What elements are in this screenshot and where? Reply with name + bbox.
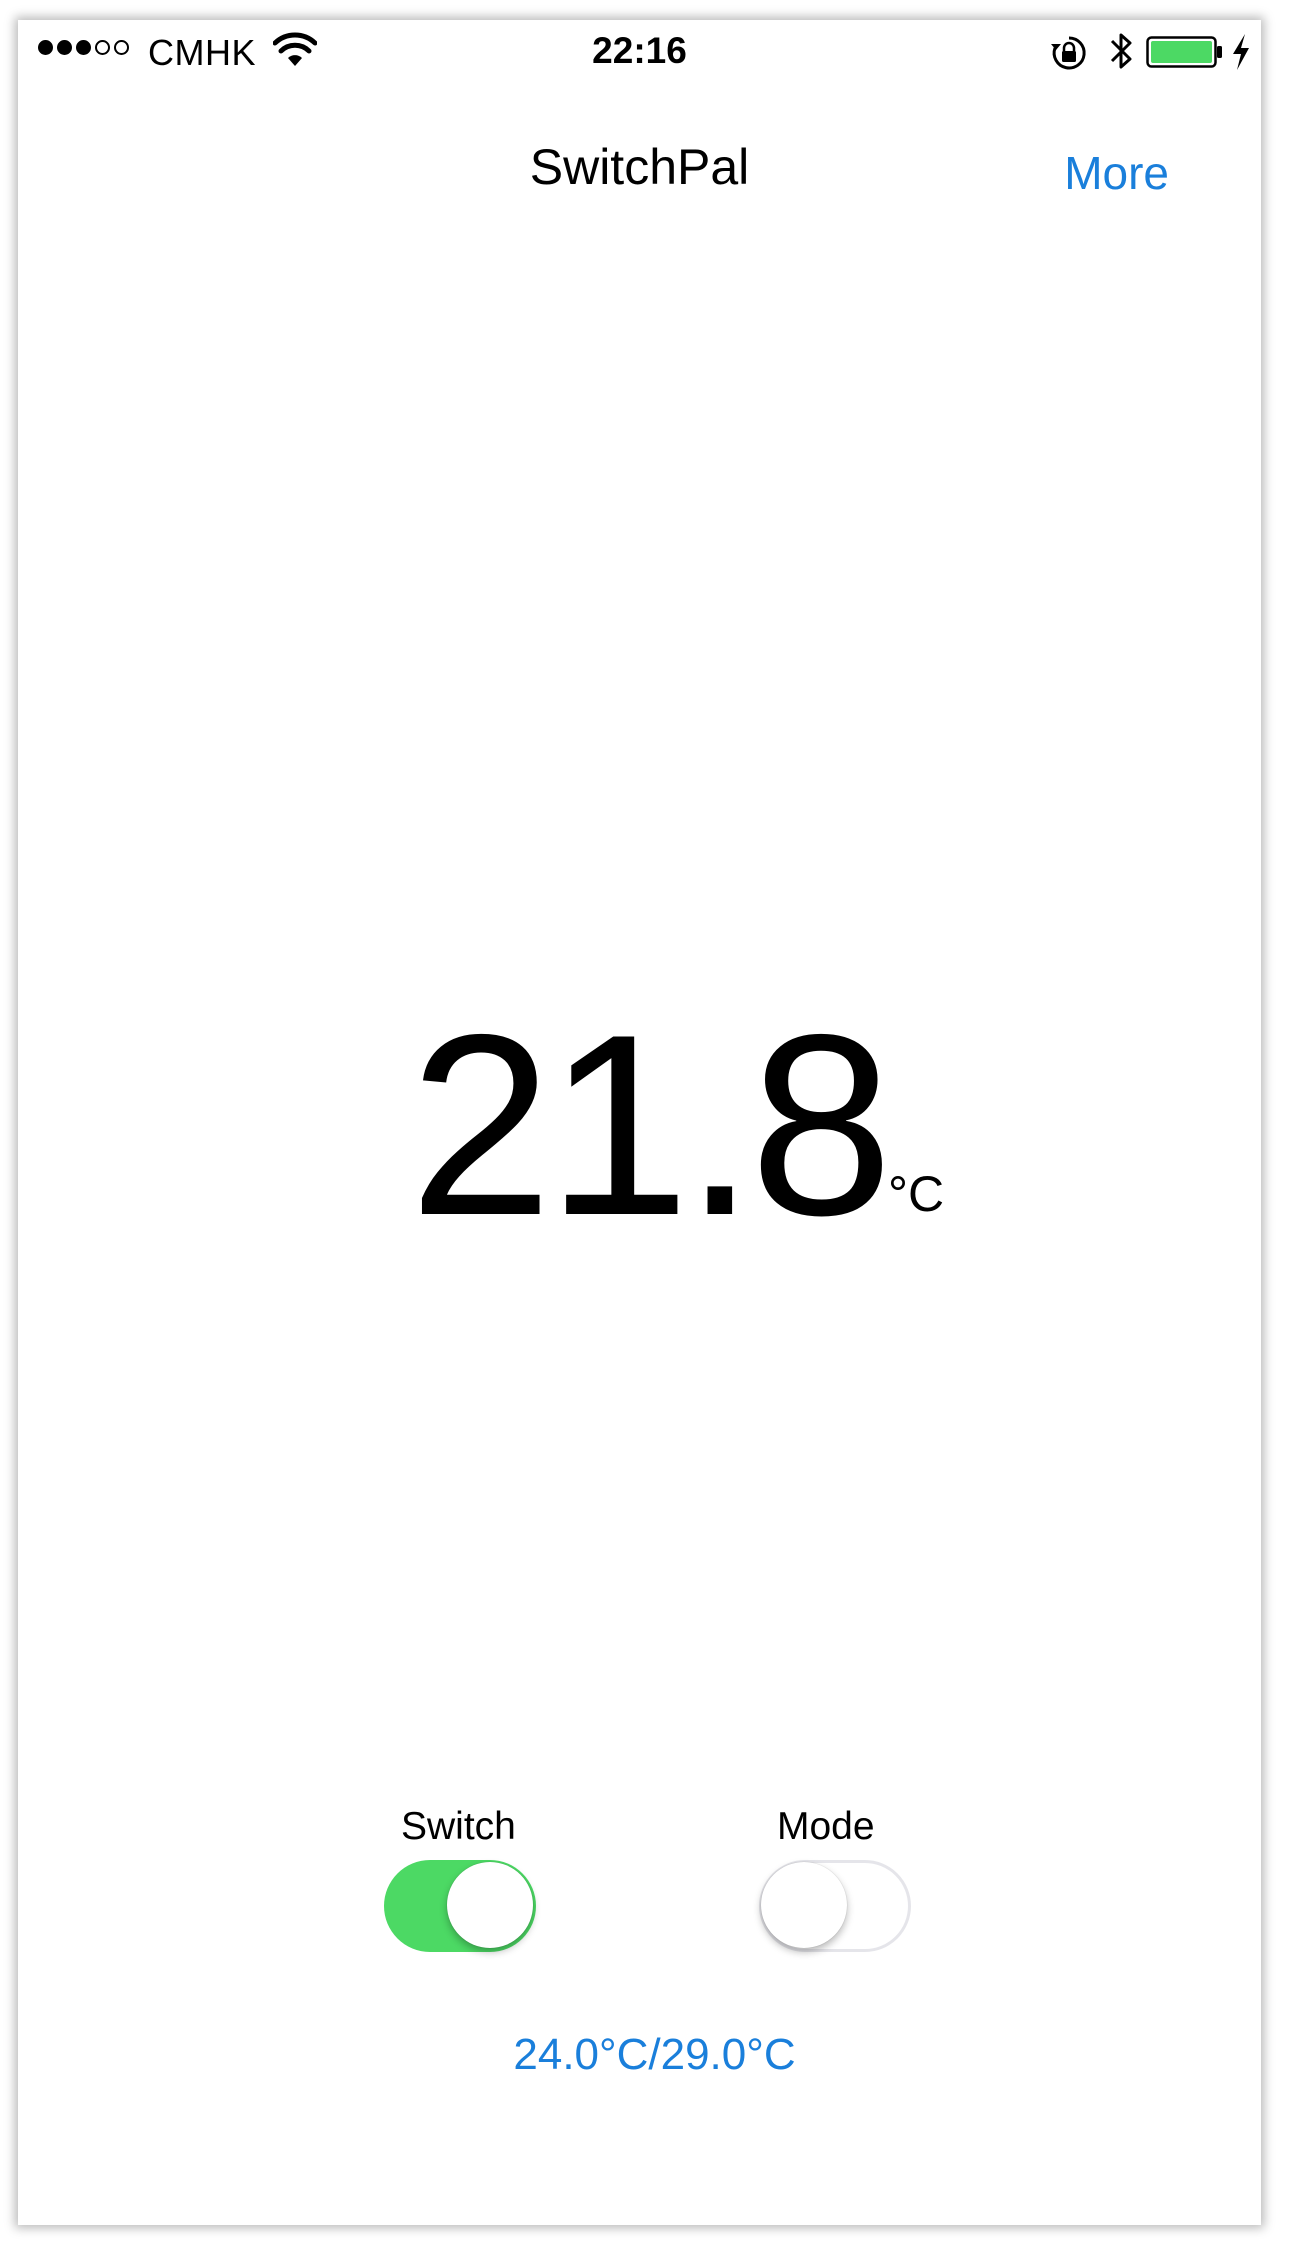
toggle-knob [761, 1862, 847, 1948]
phone-screen: CMHK 22:16 SwitchPal More 21.8 °C Switch… [18, 20, 1261, 2225]
status-bar: CMHK 22:16 [18, 20, 1261, 90]
mode-toggle[interactable] [759, 1860, 911, 1952]
temperature-value: 21.8 [409, 980, 893, 1269]
mode-label: Mode [777, 1805, 875, 1848]
temperature-display: 21.8 °C [18, 995, 1261, 1255]
battery-icon [1146, 36, 1222, 68]
more-button[interactable]: More [1064, 146, 1169, 200]
rotation-lock-icon [1051, 36, 1086, 70]
temperature-unit: °C [888, 1166, 945, 1222]
switch-toggle[interactable] [384, 1860, 536, 1952]
switch-label: Switch [401, 1805, 516, 1848]
temperature-range-link[interactable]: 24.0°C/29.0°C [18, 2030, 1261, 2080]
toggle-knob [447, 1862, 533, 1948]
bluetooth-icon [1110, 33, 1132, 69]
charging-bolt-icon [1233, 34, 1249, 70]
